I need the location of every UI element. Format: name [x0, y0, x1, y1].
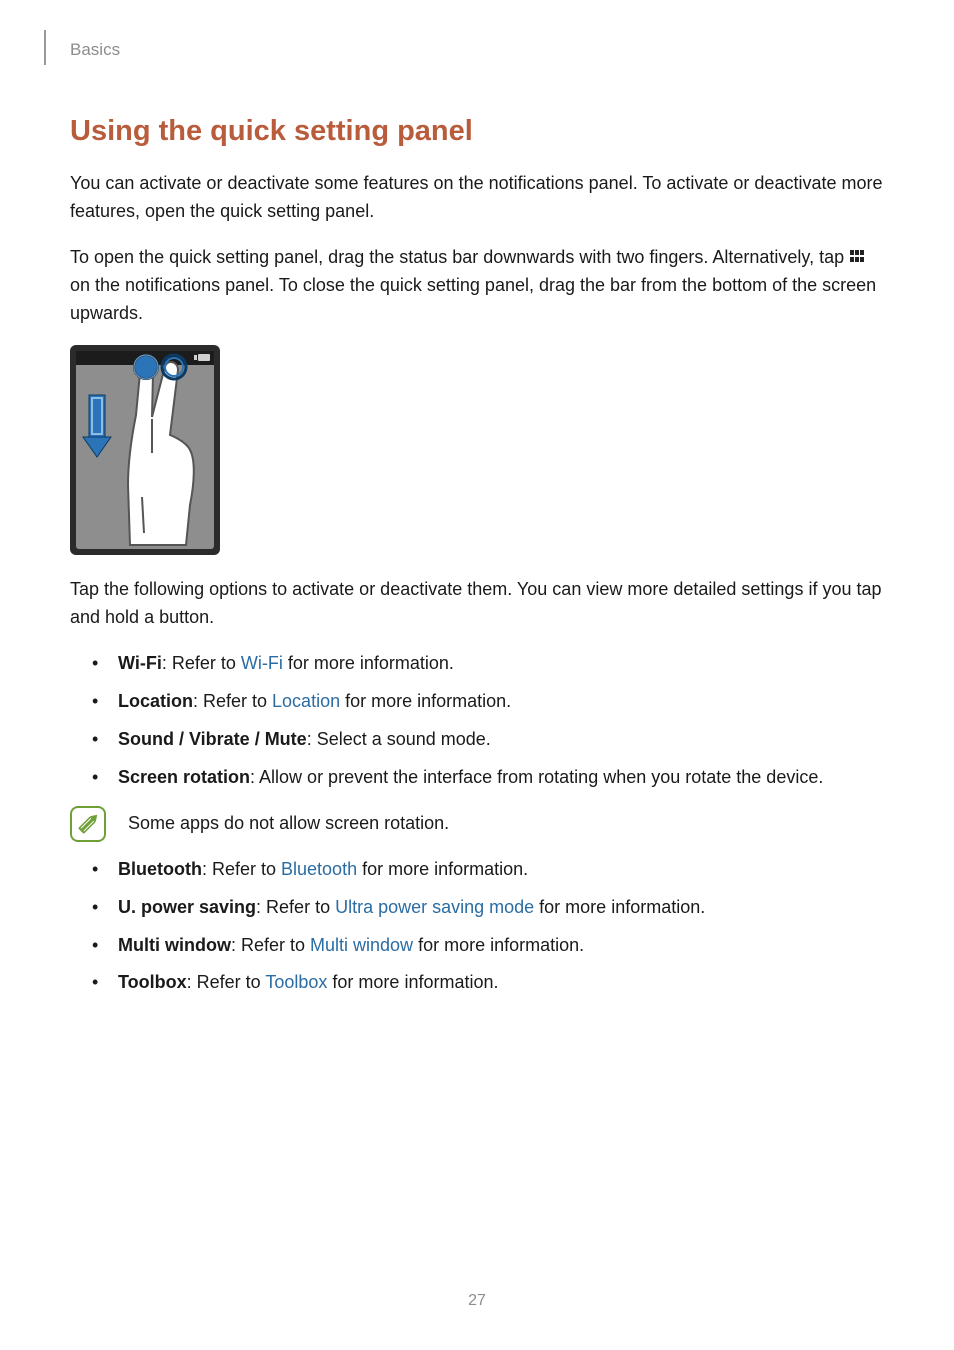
- option-text-b: for more information.: [357, 859, 528, 879]
- option-label: Multi window: [118, 935, 231, 955]
- option-wifi: Wi-Fi: Refer to Wi-Fi for more informati…: [106, 650, 884, 678]
- option-label: Location: [118, 691, 193, 711]
- note-text: Some apps do not allow screen rotation.: [128, 813, 449, 834]
- paragraph-intro: You can activate or deactivate some feat…: [70, 170, 884, 226]
- option-label: Toolbox: [118, 972, 187, 992]
- xref-wifi[interactable]: Wi-Fi: [241, 653, 283, 673]
- option-text-a: : Refer to: [193, 691, 272, 711]
- option-label: Bluetooth: [118, 859, 202, 879]
- option-text-a: : Refer to: [202, 859, 281, 879]
- paragraph-open-panel-a: To open the quick setting panel, drag th…: [70, 247, 849, 267]
- header-rule: [44, 30, 46, 65]
- option-text-b: for more information.: [340, 691, 511, 711]
- option-location: Location: Refer to Location for more inf…: [106, 688, 884, 716]
- option-upowersaving: U. power saving: Refer to Ultra power sa…: [106, 894, 884, 922]
- section-title: Using the quick setting panel: [70, 115, 884, 148]
- options-list-1: Wi-Fi: Refer to Wi-Fi for more informati…: [70, 650, 884, 792]
- option-text-a: : Refer to: [231, 935, 310, 955]
- gesture-two-finger-swipe-down-illustration: [70, 345, 884, 560]
- option-screen-rotation: Screen rotation: Allow or prevent the in…: [106, 764, 884, 792]
- option-toolbox: Toolbox: Refer to Toolbox for more infor…: [106, 969, 884, 997]
- option-text-a: : Refer to: [187, 972, 266, 992]
- page-number: 27: [0, 1292, 954, 1310]
- xref-toolbox[interactable]: Toolbox: [265, 972, 327, 992]
- option-bluetooth: Bluetooth: Refer to Bluetooth for more i…: [106, 856, 884, 884]
- xref-ultra-power-saving[interactable]: Ultra power saving mode: [335, 897, 534, 917]
- option-text-b: for more information.: [283, 653, 454, 673]
- option-text-a: : Refer to: [256, 897, 335, 917]
- option-label: Wi-Fi: [118, 653, 162, 673]
- options-list-2: Bluetooth: Refer to Bluetooth for more i…: [70, 856, 884, 998]
- xref-bluetooth[interactable]: Bluetooth: [281, 859, 357, 879]
- note-row: Some apps do not allow screen rotation.: [70, 806, 884, 842]
- option-text-b: for more information.: [534, 897, 705, 917]
- note-pencil-icon: [70, 806, 106, 842]
- option-text-a: : Refer to: [162, 653, 241, 673]
- option-label: Screen rotation: [118, 767, 250, 787]
- option-text-b: for more information.: [327, 972, 498, 992]
- option-multiwindow: Multi window: Refer to Multi window for …: [106, 932, 884, 960]
- grid-icon: [849, 249, 865, 265]
- paragraph-open-panel: To open the quick setting panel, drag th…: [70, 244, 884, 328]
- option-text-a: : Allow or prevent the interface from ro…: [250, 767, 823, 787]
- xref-multi-window[interactable]: Multi window: [310, 935, 413, 955]
- option-sound: Sound / Vibrate / Mute: Select a sound m…: [106, 726, 884, 754]
- breadcrumb: Basics: [70, 40, 884, 60]
- option-text-b: for more information.: [413, 935, 584, 955]
- option-label: Sound / Vibrate / Mute: [118, 729, 307, 749]
- xref-location[interactable]: Location: [272, 691, 340, 711]
- option-text-a: : Select a sound mode.: [307, 729, 491, 749]
- paragraph-open-panel-b: on the notifications panel. To close the…: [70, 275, 876, 323]
- paragraph-options-intro: Tap the following options to activate or…: [70, 576, 884, 632]
- option-label: U. power saving: [118, 897, 256, 917]
